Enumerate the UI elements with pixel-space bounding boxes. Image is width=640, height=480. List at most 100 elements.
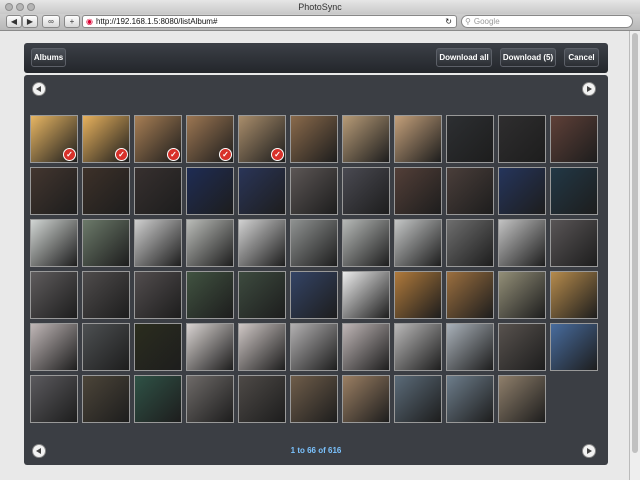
photo-thumbnail[interactable] — [550, 271, 598, 319]
photo-thumbnail[interactable] — [290, 167, 338, 215]
photo-thumbnail[interactable] — [498, 167, 546, 215]
photo-thumbnail[interactable] — [394, 271, 442, 319]
photo-thumbnail[interactable] — [446, 375, 494, 423]
photo-thumbnail[interactable] — [342, 167, 390, 215]
photo-thumbnail[interactable] — [134, 167, 182, 215]
selected-check-icon: ✓ — [271, 148, 284, 161]
cancel-button[interactable]: Cancel — [564, 48, 599, 67]
albums-button[interactable]: Albums — [31, 48, 66, 67]
selected-check-icon: ✓ — [219, 148, 232, 161]
photo-thumbnail[interactable] — [290, 271, 338, 319]
photo-thumbnail[interactable] — [30, 271, 78, 319]
download-all-button[interactable]: Download all — [436, 48, 492, 67]
photo-thumbnail[interactable] — [82, 375, 130, 423]
photo-thumbnail[interactable] — [446, 271, 494, 319]
photo-thumbnail[interactable] — [134, 323, 182, 371]
photo-thumbnail[interactable] — [498, 271, 546, 319]
photo-thumbnail[interactable] — [498, 115, 546, 163]
photo-thumbnail[interactable] — [394, 115, 442, 163]
photo-thumbnail[interactable] — [82, 271, 130, 319]
photo-thumbnail[interactable] — [394, 167, 442, 215]
photo-thumbnail[interactable] — [30, 219, 78, 267]
photo-thumbnail[interactable] — [238, 375, 286, 423]
photo-thumbnail[interactable] — [342, 115, 390, 163]
minimize-window-button[interactable] — [16, 3, 24, 11]
photo-thumbnail[interactable] — [290, 115, 338, 163]
photo-thumbnail[interactable] — [342, 219, 390, 267]
photo-thumbnail[interactable] — [290, 375, 338, 423]
photo-thumbnail[interactable] — [186, 375, 234, 423]
photo-thumbnail[interactable] — [498, 375, 546, 423]
back-button[interactable]: ◀ — [6, 15, 22, 28]
photo-thumbnail[interactable] — [446, 219, 494, 267]
wifi-icon: ◉ — [86, 17, 93, 26]
prev-page-top-button[interactable] — [32, 82, 46, 96]
photo-thumbnail[interactable] — [186, 323, 234, 371]
search-field[interactable]: ⚲ Google — [461, 15, 633, 28]
photo-thumbnail[interactable] — [394, 323, 442, 371]
photo-thumbnail[interactable] — [290, 219, 338, 267]
photo-thumbnail[interactable] — [186, 167, 234, 215]
url-field[interactable]: ◉ http://192.168.1.5:8080/listAlbum# ↻ — [82, 15, 457, 28]
vertical-scrollbar[interactable] — [629, 31, 640, 480]
photo-thumbnail[interactable] — [498, 323, 546, 371]
photo-thumbnail[interactable] — [82, 167, 130, 215]
photo-thumbnail[interactable] — [394, 375, 442, 423]
plus-icon: + — [69, 17, 75, 26]
photo-thumbnail[interactable] — [134, 219, 182, 267]
photo-thumbnail[interactable] — [238, 323, 286, 371]
photo-thumbnail[interactable] — [82, 219, 130, 267]
photo-thumbnail[interactable] — [30, 323, 78, 371]
photo-thumbnail[interactable]: ✓ — [82, 115, 130, 163]
photo-grid: ✓ ✓ ✓ ✓ ✓ — [30, 115, 602, 423]
selected-check-icon: ✓ — [167, 148, 180, 161]
link-button[interactable]: ∞ — [42, 15, 60, 28]
photo-thumbnail[interactable] — [238, 271, 286, 319]
photo-thumbnail[interactable]: ✓ — [134, 115, 182, 163]
photo-thumbnail[interactable]: ✓ — [30, 115, 78, 163]
photo-thumbnail[interactable] — [446, 167, 494, 215]
photo-thumbnail[interactable] — [238, 219, 286, 267]
photo-thumbnail[interactable] — [342, 271, 390, 319]
photo-thumbnail[interactable] — [238, 167, 286, 215]
zoom-window-button[interactable] — [27, 3, 35, 11]
window-titlebar: PhotoSync — [0, 0, 640, 14]
photo-thumbnail[interactable] — [342, 323, 390, 371]
selected-check-icon: ✓ — [115, 148, 128, 161]
photo-thumbnail[interactable] — [498, 219, 546, 267]
photo-thumbnail[interactable] — [394, 219, 442, 267]
photo-thumbnail[interactable] — [186, 219, 234, 267]
photo-thumbnail[interactable] — [446, 115, 494, 163]
url-text: http://192.168.1.5:8080/listAlbum# — [95, 17, 218, 26]
photo-thumbnail[interactable] — [550, 323, 598, 371]
photo-thumbnail[interactable] — [134, 375, 182, 423]
photo-thumbnail[interactable]: ✓ — [238, 115, 286, 163]
back-arrow-icon: ◀ — [10, 17, 18, 26]
photo-thumbnail[interactable] — [342, 375, 390, 423]
photo-thumbnail[interactable] — [290, 323, 338, 371]
search-placeholder: Google — [473, 17, 500, 26]
selected-check-icon: ✓ — [63, 148, 76, 161]
link-icon: ∞ — [48, 17, 54, 26]
add-bookmark-button[interactable]: + — [64, 15, 80, 28]
forward-arrow-icon: ▶ — [26, 17, 34, 26]
scrollbar-thumb[interactable] — [632, 33, 638, 453]
next-page-top-button[interactable] — [582, 82, 596, 96]
photo-thumbnail[interactable] — [82, 323, 130, 371]
photo-thumbnail[interactable] — [550, 167, 598, 215]
next-page-icon — [587, 86, 592, 92]
photo-thumbnail[interactable] — [30, 167, 78, 215]
forward-button[interactable]: ▶ — [22, 15, 38, 28]
close-window-button[interactable] — [5, 3, 13, 11]
photo-thumbnail[interactable] — [30, 375, 78, 423]
page-info: 1 to 66 of 616 — [290, 446, 342, 455]
photo-thumbnail[interactable] — [550, 115, 598, 163]
download-selected-button[interactable]: Download (5) — [500, 48, 556, 67]
search-icon: ⚲ — [465, 17, 471, 26]
photo-thumbnail[interactable] — [186, 271, 234, 319]
photo-thumbnail[interactable]: ✓ — [186, 115, 234, 163]
photo-thumbnail[interactable] — [550, 219, 598, 267]
photo-thumbnail[interactable] — [134, 271, 182, 319]
reload-icon[interactable]: ↻ — [445, 16, 452, 27]
photo-thumbnail[interactable] — [446, 323, 494, 371]
